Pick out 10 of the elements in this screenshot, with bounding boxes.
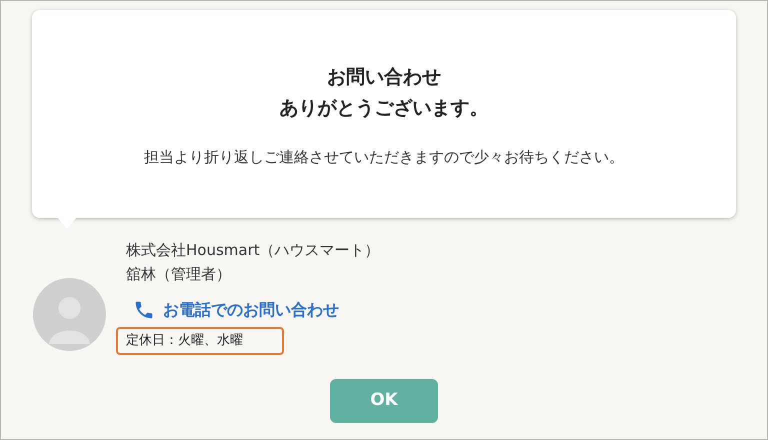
phone-icon: [133, 299, 155, 321]
person-name: 舘林（管理者）: [126, 264, 232, 285]
company-name: 株式会社Housmart（ハウスマート）: [126, 240, 380, 261]
message-title: お問い合わせ: [327, 65, 441, 90]
message-body: 担当より折り返しご連絡させていただきますので少々お待ちください。: [144, 147, 624, 168]
holiday-notice: 定休日：火曜、水曜: [116, 327, 284, 355]
ok-button[interactable]: OK: [330, 379, 438, 423]
avatar-icon: [33, 278, 106, 351]
message-title: ありがとうございます。: [280, 96, 488, 121]
phone-contact-link[interactable]: お電話でのお問い合わせ: [133, 298, 380, 322]
